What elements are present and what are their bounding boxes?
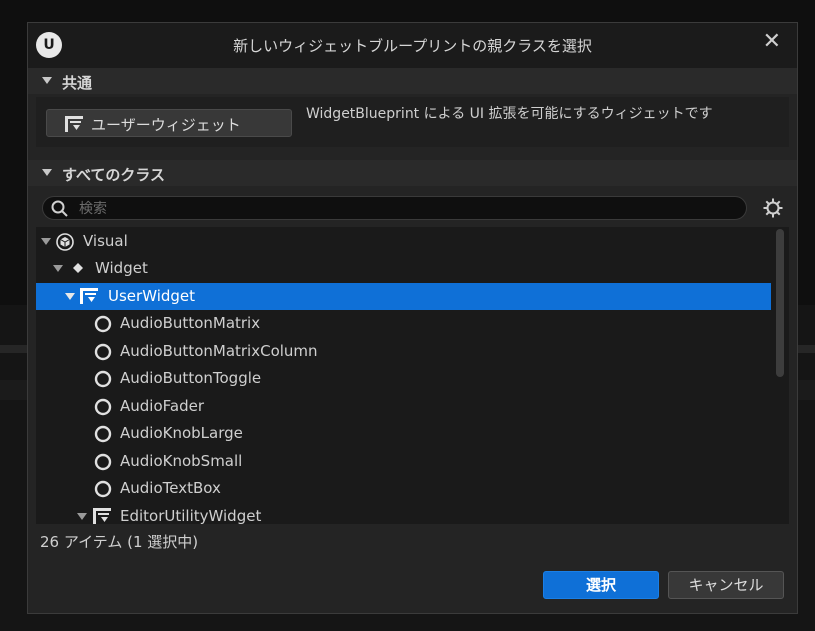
all-classes-section-label: すべてのクラス bbox=[62, 166, 166, 184]
tree-row-widget[interactable]: Widget bbox=[36, 255, 771, 282]
pick-parent-class-dialog: U 新しいウィジェットブループリントの親クラスを選択 ✕ 共通 ユーザーウィジェ… bbox=[27, 22, 798, 614]
tree-row-user-widget[interactable]: UserWidget bbox=[36, 283, 771, 310]
expand-arrow-icon bbox=[41, 238, 51, 245]
user-widget-icon bbox=[80, 288, 98, 304]
dialog-titlebar: U 新しいウィジェットブループリントの親クラスを選択 ✕ bbox=[28, 23, 797, 68]
tree-row-audio-knob-large[interactable]: AudioKnobLarge bbox=[36, 420, 771, 447]
tree-row-audio-button-matrix[interactable]: AudioButtonMatrix bbox=[36, 310, 771, 337]
tree-row-label: Widget bbox=[95, 259, 148, 277]
expand-arrow-icon bbox=[77, 513, 87, 520]
circle-icon bbox=[94, 398, 112, 416]
expand-arrow-icon bbox=[65, 293, 75, 300]
diamond-icon bbox=[73, 263, 83, 273]
tree-row-label: AudioButtonToggle bbox=[120, 369, 262, 387]
tree-row-audio-button-toggle[interactable]: AudioButtonToggle bbox=[36, 365, 771, 392]
circle-icon bbox=[94, 343, 112, 361]
tree-row-audio-knob-small[interactable]: AudioKnobSmall bbox=[36, 448, 771, 475]
tree-row-audio-fader[interactable]: AudioFader bbox=[36, 393, 771, 420]
user-widget-button-label: ユーザーウィジェット bbox=[91, 116, 241, 134]
tree-row-label: AudioButtonMatrix bbox=[120, 314, 261, 332]
tree-row-label: Visual bbox=[83, 232, 128, 250]
search-input[interactable] bbox=[77, 199, 741, 219]
circle-icon bbox=[94, 425, 112, 443]
collapse-arrow-icon bbox=[42, 169, 52, 176]
search-box[interactable] bbox=[42, 196, 747, 220]
tree-row-label: AudioButtonMatrixColumn bbox=[120, 342, 318, 360]
cancel-button[interactable]: キャンセル bbox=[668, 571, 784, 599]
common-section-header[interactable]: 共通 bbox=[28, 68, 797, 94]
circle-icon bbox=[94, 370, 112, 388]
collapse-arrow-icon bbox=[42, 77, 52, 84]
tree-row-label: AudioKnobSmall bbox=[120, 452, 243, 470]
circle-icon bbox=[94, 480, 112, 498]
user-widget-description: WidgetBlueprint による UI 拡張を可能にするウィジェットです bbox=[306, 106, 713, 122]
all-classes-section-header[interactable]: すべてのクラス bbox=[28, 160, 797, 186]
gear-icon[interactable] bbox=[763, 198, 783, 218]
user-widget-icon bbox=[65, 116, 83, 132]
tree-row-label: AudioTextBox bbox=[120, 479, 221, 497]
visual-cube-icon bbox=[56, 233, 74, 251]
item-count-status: 26 アイテム (1 選択中) bbox=[40, 533, 199, 551]
close-button[interactable]: ✕ bbox=[763, 29, 781, 54]
tree-row-label: AudioKnobLarge bbox=[120, 424, 243, 442]
common-section-body: ユーザーウィジェット WidgetBlueprint による UI 拡張を可能に… bbox=[36, 97, 789, 147]
tree-row-visual[interactable]: Visual bbox=[36, 228, 771, 255]
tree-row-label: UserWidget bbox=[108, 287, 196, 305]
circle-icon bbox=[94, 315, 112, 333]
user-widget-button[interactable]: ユーザーウィジェット bbox=[46, 109, 292, 137]
dialog-title: 新しいウィジェットブループリントの親クラスを選択 bbox=[233, 37, 592, 55]
common-section-label: 共通 bbox=[62, 74, 93, 92]
tree-row-label: EditorUtilityWidget bbox=[120, 507, 262, 524]
search-icon bbox=[51, 200, 68, 217]
expand-arrow-icon bbox=[53, 265, 63, 272]
tree-row-label: AudioFader bbox=[120, 397, 204, 415]
tree-row-audio-text-box[interactable]: AudioTextBox bbox=[36, 475, 771, 502]
circle-icon bbox=[94, 453, 112, 471]
tree-scrollbar[interactable] bbox=[776, 229, 784, 377]
select-button[interactable]: 選択 bbox=[543, 571, 659, 599]
user-widget-icon bbox=[93, 508, 111, 524]
class-tree: Visual Widget UserWidget AudioButtonMatr… bbox=[36, 227, 789, 524]
tree-row-audio-button-matrix-column[interactable]: AudioButtonMatrixColumn bbox=[36, 338, 771, 365]
tree-row-editor-utility-widget[interactable]: EditorUtilityWidget bbox=[36, 503, 771, 524]
